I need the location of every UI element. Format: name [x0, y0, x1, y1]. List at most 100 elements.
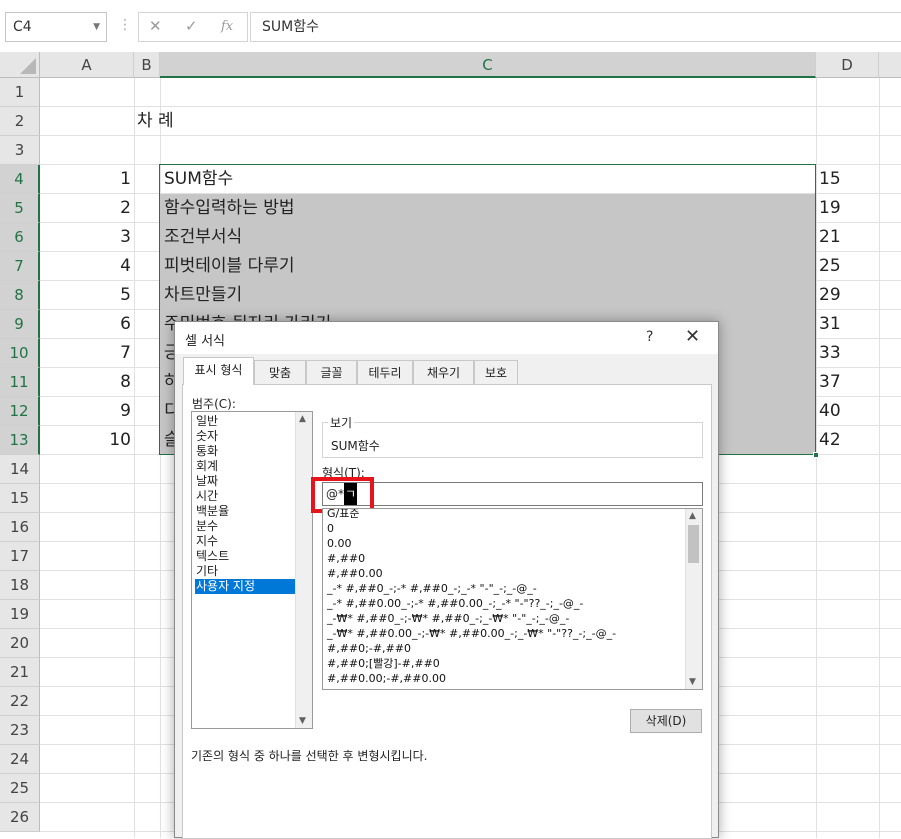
category-item[interactable]: 텍스트 — [195, 549, 296, 564]
row-header[interactable]: 14 — [0, 455, 40, 484]
tab-3[interactable]: 글꼴 — [306, 360, 357, 384]
row-header[interactable]: 4 — [0, 165, 40, 194]
column-header-d[interactable]: D — [816, 52, 879, 78]
category-item[interactable]: 분수 — [195, 519, 296, 534]
row-header[interactable]: 23 — [0, 716, 40, 745]
row-header[interactable]: 9 — [0, 310, 40, 339]
category-item[interactable]: 일반 — [195, 414, 296, 429]
scroll-down-icon[interactable]: ▼ — [689, 677, 696, 687]
name-box[interactable]: C4 ▼ — [5, 12, 107, 42]
format-item[interactable]: _-₩* #,##0_-;-₩* #,##0_-;_-₩* "-"_-;_-@_… — [327, 611, 569, 626]
category-item[interactable]: 지수 — [195, 534, 296, 549]
format-item[interactable]: #,##0.00;-#,##0.00 — [327, 671, 446, 686]
format-item[interactable]: #,##0;[빨강]-#,##0 — [327, 656, 440, 671]
row-header[interactable]: 11 — [0, 368, 40, 397]
cell-page[interactable]: 19 — [819, 194, 877, 223]
cell-title[interactable]: 조건부서식 — [164, 223, 809, 252]
column-header-c[interactable]: C — [160, 52, 816, 78]
chevron-down-icon[interactable]: ▼ — [93, 13, 100, 41]
row-header[interactable]: 26 — [0, 803, 40, 832]
row-header[interactable]: 2 — [0, 107, 40, 136]
column-header-e[interactable] — [879, 52, 901, 78]
format-item[interactable]: 0 — [327, 521, 334, 536]
cell-page[interactable]: 29 — [819, 281, 877, 310]
row-header[interactable]: 6 — [0, 223, 40, 252]
type-input[interactable]: @*ㄱ — [322, 482, 703, 506]
row-header[interactable]: 24 — [0, 745, 40, 774]
cell-number[interactable]: 2 — [40, 194, 131, 223]
cancel-icon[interactable]: ✕ — [149, 17, 162, 35]
row-header[interactable]: 1 — [0, 78, 40, 107]
select-all-button[interactable] — [0, 52, 40, 78]
row-header[interactable]: 16 — [0, 513, 40, 542]
cell-number[interactable]: 7 — [40, 339, 131, 368]
cell-page[interactable]: 15 — [819, 165, 877, 194]
category-item[interactable]: 날짜 — [195, 474, 296, 489]
row-header[interactable]: 13 — [0, 426, 40, 455]
category-item[interactable]: 백분율 — [195, 504, 296, 519]
category-item[interactable]: 숫자 — [195, 429, 296, 444]
row-header[interactable]: 10 — [0, 339, 40, 368]
cell-title[interactable]: 차트만들기 — [164, 281, 809, 310]
format-list[interactable]: G/표준 0 0.00 #,##0 #,##0.00 _-* #,##0_-;-* #,#… — [322, 508, 703, 690]
enter-icon[interactable]: ✓ — [185, 17, 198, 35]
column-header-a[interactable]: A — [40, 52, 134, 78]
cell-page[interactable]: 31 — [819, 310, 877, 339]
row-header[interactable]: 22 — [0, 687, 40, 716]
cell-number[interactable]: 8 — [40, 368, 131, 397]
row-header[interactable]: 17 — [0, 542, 40, 571]
category-item[interactable]: 회계 — [195, 459, 296, 474]
row-header[interactable]: 25 — [0, 774, 40, 803]
format-item[interactable]: #,##0.00 — [327, 566, 383, 581]
category-list[interactable]: 일반 숫자 통화 회계 날짜 시간 백분율 분수 지수 텍스트 기타 사용자 지정 ▲ ▼ — [191, 411, 313, 729]
row-header[interactable]: 19 — [0, 600, 40, 629]
format-item[interactable]: #,##0 — [327, 551, 365, 566]
row-header[interactable]: 7 — [0, 252, 40, 281]
tab-2[interactable]: 맞춤 — [254, 360, 306, 384]
help-icon[interactable]: ? — [646, 329, 653, 345]
row-header[interactable]: 12 — [0, 397, 40, 426]
category-item[interactable]: 기타 — [195, 564, 296, 579]
row-header[interactable]: 8 — [0, 281, 40, 310]
tab-1[interactable]: 표시 형식 — [183, 357, 254, 385]
column-header-b[interactable]: B — [134, 52, 160, 78]
category-item[interactable]: 통화 — [195, 444, 296, 459]
function-icon[interactable]: fx — [221, 19, 233, 34]
row-header[interactable]: 20 — [0, 629, 40, 658]
scroll-up-icon[interactable]: ▲ — [689, 511, 696, 521]
scroll-down-icon[interactable]: ▼ — [299, 716, 306, 726]
row-header[interactable]: 15 — [0, 484, 40, 513]
tab-5[interactable]: 채우기 — [413, 360, 474, 384]
format-item[interactable]: _-₩* #,##0.00_-;-₩* #,##0.00_-;_-₩* "-"?… — [327, 626, 616, 641]
format-item[interactable]: G/표준 — [327, 509, 359, 521]
cell-page[interactable]: 42 — [819, 426, 877, 455]
delete-button[interactable]: 삭제(D) — [630, 709, 702, 733]
cell-number[interactable]: 3 — [40, 223, 131, 252]
cell-page[interactable]: 33 — [819, 339, 877, 368]
cell-number[interactable]: 1 — [40, 165, 131, 194]
drag-handle-icon[interactable]: ⋮ — [118, 17, 132, 33]
tab-4[interactable]: 테두리 — [357, 360, 413, 384]
formula-input[interactable]: SUM함수 — [250, 12, 901, 42]
format-item[interactable]: #,##0;-#,##0 — [327, 641, 411, 656]
format-item[interactable]: 0.00 — [327, 536, 352, 551]
category-item[interactable]: 시간 — [195, 489, 296, 504]
cell-number[interactable]: 6 — [40, 310, 131, 339]
format-item[interactable]: _-* #,##0.00_-;-* #,##0.00_-;_-* "-"??_-… — [327, 596, 583, 611]
cell-title[interactable]: 피벗테이블 다루기 — [164, 252, 809, 281]
cell-number[interactable]: 4 — [40, 252, 131, 281]
cell-number[interactable]: 10 — [40, 426, 131, 455]
cell-number[interactable]: 5 — [40, 281, 131, 310]
cell-title[interactable]: SUM함수 — [164, 165, 809, 194]
row-header[interactable]: 3 — [0, 136, 40, 165]
scroll-up-icon[interactable]: ▲ — [299, 414, 306, 424]
row-header[interactable]: 21 — [0, 658, 40, 687]
row-header[interactable]: 5 — [0, 194, 40, 223]
category-scrollbar[interactable]: ▲ ▼ — [295, 412, 312, 728]
cell-title[interactable]: 함수입력하는 방법 — [164, 194, 809, 223]
scroll-thumb[interactable] — [688, 525, 699, 563]
close-icon[interactable]: ✕ — [685, 326, 700, 347]
cell-b2[interactable]: 차 례 — [137, 107, 174, 136]
tab-6[interactable]: 보호 — [474, 360, 518, 384]
cell-page[interactable]: 37 — [819, 368, 877, 397]
